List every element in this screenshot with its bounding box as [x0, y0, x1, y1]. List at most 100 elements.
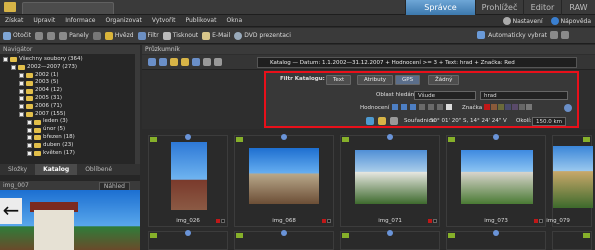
- tree-item[interactable]: březen (18): [3, 134, 140, 142]
- thumbnail-card[interactable]: img_026: [148, 134, 228, 227]
- panels-icon: [59, 31, 68, 40]
- thumbnail-card[interactable]: [234, 230, 334, 250]
- toolbar-right: Automaticky vybrat: [477, 31, 569, 39]
- tree-item-label: březen (18): [43, 133, 75, 140]
- expand-icon[interactable]: [27, 127, 32, 133]
- filter-button[interactable]: Filtr: [137, 31, 159, 40]
- expand-icon[interactable]: [19, 104, 24, 110]
- tree-item[interactable]: 2002 (1): [3, 72, 140, 80]
- sort-icon[interactable]: [203, 58, 211, 66]
- thumbnail-caption: img_071: [378, 218, 402, 224]
- mode-tab-raw[interactable]: RAW: [561, 0, 595, 15]
- thumbnail-card[interactable]: img_073: [446, 134, 546, 227]
- tree-item[interactable]: 2006 (71): [3, 103, 140, 111]
- dvd-button[interactable]: DVD prezentaci: [234, 31, 291, 40]
- select-checkbox[interactable]: [221, 219, 225, 223]
- menu-windows[interactable]: Okna: [221, 17, 247, 24]
- autoselect-label[interactable]: Automaticky vybrat: [488, 32, 547, 39]
- tree-item[interactable]: leden (3): [3, 118, 140, 126]
- tab-favorites[interactable]: Oblíbené: [77, 164, 120, 175]
- filter-icon: [137, 31, 146, 40]
- tab-folders[interactable]: Složky: [0, 164, 35, 175]
- rotate-button[interactable]: Otočit: [3, 31, 31, 40]
- tree-item[interactable]: únor (5): [3, 126, 140, 134]
- select-checkbox[interactable]: [327, 219, 331, 223]
- help-button[interactable]: Nápověda: [550, 17, 591, 25]
- expand-icon[interactable]: [27, 143, 32, 149]
- autoselect-icon: [477, 31, 486, 39]
- email-label: E-Mail: [212, 32, 231, 39]
- rotate-icon: [3, 31, 11, 40]
- expand-icon[interactable]: [19, 72, 24, 78]
- disc-icon: [234, 31, 243, 40]
- expand-icon[interactable]: [19, 111, 24, 117]
- tab-catalog[interactable]: Katalog: [35, 164, 78, 175]
- folder-new-icon[interactable]: [181, 58, 189, 66]
- document-tab[interactable]: [22, 2, 114, 14]
- rating-badge-icon: [583, 233, 590, 238]
- menu-publish[interactable]: Publikovat: [180, 17, 221, 24]
- expand-icon[interactable]: [3, 57, 8, 63]
- expand-icon[interactable]: [27, 119, 32, 125]
- settings-button[interactable]: Nastavení: [502, 17, 543, 25]
- expand-icon[interactable]: [19, 80, 24, 86]
- arrow-right-icon[interactable]: [47, 31, 56, 40]
- thumbnail-card[interactable]: img_068: [234, 134, 334, 227]
- refresh-icon[interactable]: [561, 31, 569, 39]
- expand-icon[interactable]: [11, 65, 16, 71]
- star-filter-icon[interactable]: [192, 58, 200, 66]
- tree-item[interactable]: 2003 (5): [3, 79, 140, 87]
- expand-icon[interactable]: [27, 150, 32, 156]
- view-icon[interactable]: [214, 58, 222, 66]
- folder-icon: [26, 72, 33, 78]
- mode-tab-manager[interactable]: Správce: [405, 0, 475, 15]
- menu-create[interactable]: Vytvořit: [147, 17, 181, 24]
- tree-scrollbar[interactable]: [135, 54, 140, 164]
- tree-item[interactable]: Všechny soubory (364): [3, 56, 140, 64]
- expand-icon[interactable]: [19, 96, 24, 102]
- thumbnail-card[interactable]: [552, 231, 592, 250]
- thumbnail-card[interactable]: [446, 230, 546, 250]
- pin-icon[interactable]: [550, 31, 558, 39]
- photo: [355, 150, 427, 204]
- grid-icon[interactable]: [92, 31, 101, 40]
- panels-button[interactable]: Panely: [59, 31, 89, 40]
- menu-organize[interactable]: Organizovat: [100, 17, 146, 24]
- pin-icon: [185, 134, 191, 140]
- email-button[interactable]: E-Mail: [202, 31, 231, 40]
- thumbnail-card[interactable]: img_071: [340, 134, 440, 227]
- stars-label: Hvězd: [114, 32, 134, 39]
- thumbnail-card[interactable]: [148, 230, 228, 250]
- tree-item-label: květen (17): [43, 149, 75, 156]
- tree-item[interactable]: 2005 (31): [3, 95, 140, 103]
- select-checkbox[interactable]: [433, 219, 437, 223]
- folder-up-icon[interactable]: [170, 58, 178, 66]
- arrow-left-icon[interactable]: [35, 31, 44, 40]
- tree-item[interactable]: 2007 (155): [3, 111, 140, 119]
- mode-tab-editor[interactable]: Editor: [523, 0, 561, 15]
- thumbnail-card[interactable]: img_079: [546, 135, 593, 227]
- folder-icon: [26, 80, 33, 86]
- expand-icon[interactable]: [19, 88, 24, 94]
- tree-item[interactable]: duben (23): [3, 142, 140, 150]
- tree-item-label: leden (3): [43, 118, 68, 125]
- forward-icon[interactable]: [159, 58, 167, 66]
- expand-icon[interactable]: [27, 135, 32, 141]
- back-arrow-icon[interactable]: ←: [0, 198, 22, 224]
- title-bar: Správce Prohlížeč Editor RAW: [0, 0, 595, 15]
- thumbnail-card[interactable]: [340, 230, 440, 250]
- print-button[interactable]: Tisknout: [162, 31, 198, 40]
- photo: [553, 146, 593, 208]
- mode-tab-viewer[interactable]: Prohlížeč: [475, 0, 523, 15]
- folder-icon[interactable]: [4, 2, 16, 12]
- back-icon[interactable]: [148, 58, 156, 66]
- tree-item[interactable]: květen (17): [3, 150, 140, 158]
- stars-button[interactable]: Hvězd: [104, 31, 134, 40]
- menu-info[interactable]: Informace: [60, 17, 100, 24]
- tree-item[interactable]: 2002—2007 (273): [3, 64, 140, 72]
- menu-get[interactable]: Získat: [0, 17, 28, 24]
- catalog-path[interactable]: Katalog — Datum: 1.1.2002—31.12.2007 + H…: [257, 57, 577, 68]
- tree-item[interactable]: 2004 (12): [3, 87, 140, 95]
- menu-right: Nastavení Nápověda: [502, 15, 591, 27]
- menu-edit[interactable]: Upravit: [28, 17, 60, 24]
